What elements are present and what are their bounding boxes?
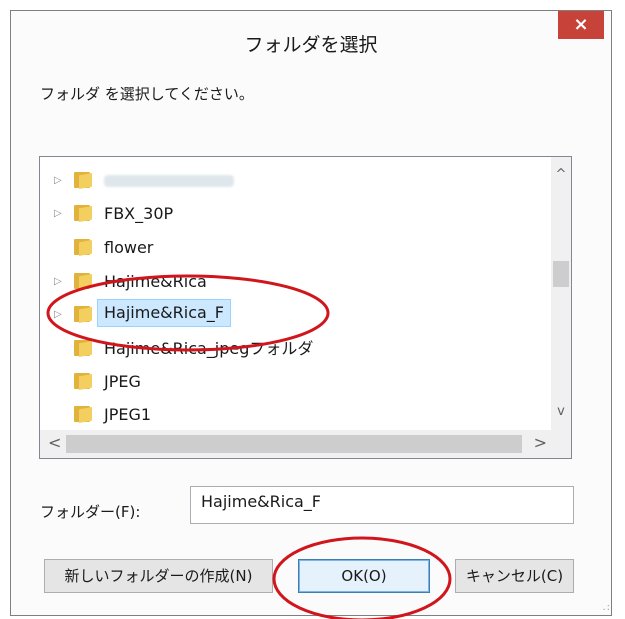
tree-item-label: Hajime&Rica_jpegフォルダ <box>104 339 314 358</box>
folder-icon <box>74 239 93 256</box>
expander-icon[interactable]: ▷ <box>54 198 64 230</box>
resize-grip-icon[interactable]: .: <box>602 602 611 613</box>
scrollbar-corner <box>551 430 571 458</box>
tree-item-label: Hajime&Rica_F <box>97 299 231 327</box>
scroll-left-icon[interactable]: < <box>48 433 61 452</box>
expander-icon[interactable]: ▷ <box>54 299 64 331</box>
folder-tree[interactable]: ▷ ▷ FBX_30P flower ▷ Hajime&Rica ▷ Hajim… <box>39 156 572 459</box>
cancel-button[interactable]: キャンセル(C) <box>455 559 574 593</box>
expander-icon[interactable]: ▷ <box>54 266 64 298</box>
tree-item-label: flower <box>104 238 154 257</box>
expander-icon[interactable]: ▷ <box>54 165 64 197</box>
close-button[interactable]: × <box>558 11 604 39</box>
scroll-right-icon[interactable]: > <box>534 433 547 452</box>
new-folder-button[interactable]: 新しいフォルダーの作成(N) <box>44 559 273 593</box>
title-bar: フォルダを選択 × <box>11 11 611 74</box>
dialog-title: フォルダを選択 <box>244 34 378 56</box>
vertical-scroll-thumb[interactable] <box>553 261 569 287</box>
vertical-scrollbar[interactable]: ^ v <box>551 157 571 430</box>
ok-button[interactable]: OK(O) <box>298 559 430 593</box>
blurred-folder-name <box>104 175 234 187</box>
scroll-up-icon[interactable]: ^ <box>551 167 571 182</box>
tree-item-label: JPEG <box>104 372 141 391</box>
horizontal-scroll-thumb[interactable] <box>66 435 522 453</box>
folder-icon <box>74 406 93 423</box>
instruction-text: フォルダ を選択してください。 <box>40 85 254 103</box>
folder-icon <box>74 273 93 290</box>
folder-icon <box>74 373 93 390</box>
folder-icon <box>74 306 93 323</box>
folder-icon <box>74 340 93 357</box>
scroll-down-icon[interactable]: v <box>551 404 571 419</box>
tree-item-label: FBX_30P <box>104 204 174 223</box>
folder-icon <box>74 172 93 189</box>
tree-item-label: JPEG1 <box>104 405 152 424</box>
tree-item-label: Hajime&Rica <box>104 272 207 291</box>
folder-field-label: フォルダー(F): <box>40 503 141 521</box>
folder-icon <box>74 205 93 222</box>
folder-name-input[interactable]: Hajime&Rica_F <box>190 486 574 524</box>
horizontal-scrollbar[interactable]: < > <box>40 430 553 458</box>
